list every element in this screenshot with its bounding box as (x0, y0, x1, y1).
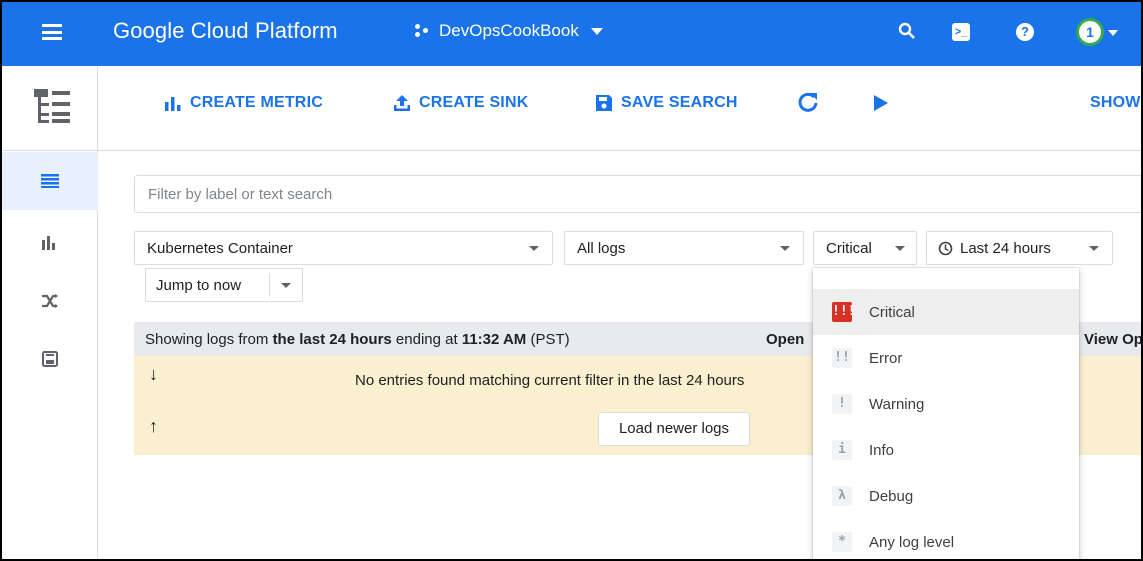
divider (269, 273, 270, 297)
asterisk-icon: * (832, 532, 852, 552)
nav-exports[interactable] (2, 272, 98, 330)
create-metric-button[interactable]: CREATE METRIC (164, 94, 323, 112)
create-sink-label: CREATE SINK (419, 94, 529, 111)
chevron-down-icon (1089, 246, 1099, 251)
resource-select-value: Kubernetes Container (147, 240, 293, 257)
severity-option-info[interactable]: i Info (813, 427, 1079, 473)
status-range: the last 24 hours (272, 331, 392, 348)
bar-chart-icon (42, 236, 55, 250)
severity-select-value: Critical (826, 240, 872, 257)
save-search-button[interactable]: SAVE SEARCH (595, 94, 738, 112)
severity-option-label: Warning (869, 395, 925, 413)
status-time: 11:32 AM (461, 331, 527, 348)
severity-option-warning[interactable]: ! Warning (813, 381, 1079, 427)
project-selector[interactable]: DevOpsCookBook (415, 21, 603, 41)
rail-header (2, 66, 97, 151)
severity-option-critical[interactable]: !!! Critical (813, 289, 1079, 335)
status-prefix: Showing logs from (145, 331, 273, 348)
avatar[interactable]: 1 (1076, 18, 1104, 46)
nav-logs-viewer[interactable] (2, 152, 98, 210)
play-icon (874, 95, 888, 111)
chevron-down-icon[interactable] (281, 283, 291, 288)
warning-icon: ! (832, 394, 852, 414)
no-entries-message: No entries found matching current filter… (355, 372, 745, 389)
arrow-down-icon[interactable]: ↓ (149, 364, 158, 385)
view-options-link[interactable]: View Op (1084, 331, 1141, 348)
chevron-down-icon (895, 246, 905, 251)
time-range-value: Last 24 hours (960, 240, 1051, 257)
cloud-shell-icon[interactable]: >_ (952, 23, 970, 41)
load-newer-logs-button[interactable]: Load newer logs (598, 412, 750, 446)
top-app-bar: Google Cloud Platform DevOpsCookBook >_ … (2, 2, 1141, 66)
metric-icon (165, 97, 181, 111)
error-icon: !! (832, 348, 852, 368)
jump-to-now-label: Jump to now (156, 277, 242, 294)
chevron-down-icon (590, 27, 603, 35)
severity-option-label: Critical (869, 303, 915, 321)
status-mid: ending at (391, 331, 462, 348)
avatar-chevron-icon[interactable] (1108, 30, 1118, 36)
logs-toolbar: CREATE METRIC CREATE SINK SAVE SEARCH SH… (98, 66, 1141, 151)
search-icon[interactable] (897, 22, 917, 42)
open-link[interactable]: Open (766, 331, 804, 348)
nav-resource-usage[interactable] (2, 330, 98, 388)
storage-icon (42, 351, 58, 367)
left-nav-rail (2, 66, 98, 559)
severity-dropdown-menu: !!! Critical !! Error ! Warning i Info λ… (813, 268, 1079, 559)
help-icon[interactable]: ? (1016, 23, 1034, 41)
console-window: Google Cloud Platform DevOpsCookBook >_ … (0, 0, 1143, 561)
severity-option-error[interactable]: !! Error (813, 335, 1079, 381)
clock-icon (938, 241, 953, 256)
show-button[interactable]: SHOW (1090, 94, 1141, 112)
search-input[interactable]: Filter by label or text search (134, 175, 1141, 213)
project-name: DevOpsCookBook (439, 21, 579, 40)
status-tz: (PST) (526, 331, 570, 348)
severity-option-any[interactable]: * Any log level (813, 519, 1079, 559)
logging-product-icon (34, 89, 70, 123)
severity-option-label: Info (869, 441, 895, 459)
severity-option-label: Debug (869, 487, 914, 505)
nav-logs-metrics[interactable] (2, 214, 98, 272)
create-sink-button[interactable]: CREATE SINK (393, 94, 528, 112)
arrow-up-icon[interactable]: ↑ (149, 416, 158, 437)
log-name-select-value: All logs (577, 240, 626, 257)
list-icon (41, 174, 59, 188)
chevron-down-icon (529, 246, 539, 251)
brand-title[interactable]: Google Cloud Platform (113, 18, 338, 44)
critical-icon: !!! (832, 302, 855, 322)
menu-icon[interactable] (42, 24, 62, 40)
jump-to-now-button[interactable]: Jump to now (145, 268, 303, 302)
stream-logs-button[interactable] (873, 94, 889, 112)
severity-option-label: Any log level (869, 533, 955, 551)
project-dots-icon (415, 24, 431, 38)
refresh-icon (798, 92, 818, 112)
log-name-select[interactable]: All logs (564, 231, 804, 265)
show-label: SHOW (1090, 94, 1141, 111)
severity-select[interactable]: Critical (813, 231, 917, 265)
shuffle-icon (42, 294, 58, 308)
save-search-label: SAVE SEARCH (621, 94, 738, 111)
chevron-down-icon (780, 246, 790, 251)
severity-option-label: Error (869, 349, 903, 367)
info-icon: i (832, 440, 852, 460)
severity-option-debug[interactable]: λ Debug (813, 473, 1079, 519)
debug-icon: λ (832, 486, 852, 506)
log-range-status: Showing logs from the last 24 hours endi… (145, 331, 570, 348)
time-range-select[interactable]: Last 24 hours (926, 231, 1113, 265)
save-icon (596, 95, 612, 111)
upload-icon (394, 95, 410, 111)
create-metric-label: CREATE METRIC (190, 94, 323, 111)
resource-select[interactable]: Kubernetes Container (134, 231, 553, 265)
refresh-button[interactable] (797, 91, 819, 113)
search-placeholder: Filter by label or text search (148, 186, 333, 203)
